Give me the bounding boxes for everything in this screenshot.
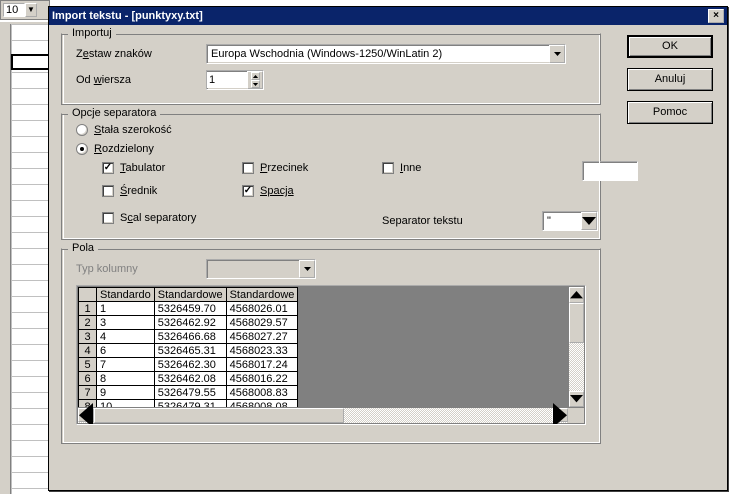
dialog-title: Import tekstu - [punktyxy.txt] — [52, 10, 203, 22]
chevron-down-icon[interactable] — [581, 212, 597, 230]
sheet-cells[interactable] — [11, 24, 50, 494]
tab-label: Tabulator — [120, 162, 165, 174]
merge-label: Scal separatory — [120, 212, 196, 224]
table-row[interactable]: 685326462.084568016.22 — [79, 372, 298, 386]
separator-legend: Opcje separatora — [68, 107, 160, 119]
tab-check[interactable]: Tabulator — [102, 162, 242, 174]
delimited-label: Rozdzielony — [94, 143, 154, 155]
cell-cursor — [11, 54, 50, 70]
horizontal-scrollbar[interactable] — [78, 407, 584, 423]
scroll-down-icon[interactable] — [569, 391, 584, 407]
spin-down-icon[interactable] — [251, 80, 260, 88]
scroll-right-icon[interactable] — [552, 408, 568, 422]
chevron-down-icon[interactable] — [549, 45, 565, 63]
table-row[interactable]: 575326462.304568017.24 — [79, 358, 298, 372]
fixed-width-radio[interactable]: Stała szerokość — [76, 124, 172, 136]
fromrow-label: Od wiersza — [76, 74, 206, 86]
other-check[interactable]: Inne — [382, 162, 482, 174]
preview-table[interactable]: StandardoStandardoweStandardowe115326459… — [76, 285, 586, 425]
coltype-combo — [206, 259, 316, 279]
textsep-value: " — [543, 212, 581, 230]
delimited-radio[interactable]: Rozdzielony — [76, 143, 154, 155]
ok-button[interactable]: OK — [627, 35, 713, 58]
other-input[interactable] — [582, 161, 638, 181]
table-row[interactable]: 235326462.924568029.57 — [79, 316, 298, 330]
chevron-down-icon — [299, 260, 315, 278]
table-row[interactable]: 465326465.314568023.33 — [79, 344, 298, 358]
import-group: Importuj Zestaw znaków Europa Wschodnia … — [61, 33, 601, 105]
help-button[interactable]: Pomoc — [627, 101, 713, 124]
table-row[interactable]: 115326459.704568026.01 — [79, 302, 298, 316]
scroll-thumb[interactable] — [94, 408, 344, 423]
space-check[interactable]: Spacja — [242, 185, 382, 197]
spin-up-icon[interactable] — [251, 72, 260, 80]
col-header[interactable]: Standardo — [97, 288, 155, 302]
space-label: Spacja — [260, 185, 294, 197]
row-header-strip — [0, 24, 11, 494]
fontsize-input[interactable] — [3, 3, 25, 17]
scroll-left-icon[interactable] — [78, 408, 94, 422]
titlebar[interactable]: Import tekstu - [punktyxy.txt] × — [49, 7, 727, 25]
charset-value: Europa Wschodnia (Windows-1250/WinLatin … — [207, 48, 549, 60]
col-header[interactable]: Standardowe — [154, 288, 226, 302]
vertical-scrollbar[interactable] — [568, 287, 584, 407]
fromrow-spin[interactable] — [206, 70, 264, 90]
comma-label: Przecinek — [260, 162, 308, 174]
other-label: Inne — [400, 162, 421, 174]
fixed-width-label: Stała szerokość — [94, 124, 172, 136]
textsep-combo[interactable]: " — [542, 211, 598, 231]
charset-combo[interactable]: Europa Wschodnia (Windows-1250/WinLatin … — [206, 44, 566, 64]
merge-check[interactable]: Scal separatory — [102, 212, 382, 224]
fields-group: Pola Typ kolumny StandardoStandardoweSta… — [61, 248, 601, 444]
fontsize-combo[interactable]: ▼ — [0, 0, 50, 20]
coltype-label: Typ kolumny — [76, 263, 206, 275]
charset-label: Zestaw znaków — [76, 48, 206, 60]
fields-legend: Pola — [68, 242, 98, 254]
table-row[interactable]: 795326479.554568008.83 — [79, 386, 298, 400]
col-header[interactable]: Standardowe — [226, 288, 298, 302]
comma-check[interactable]: Przecinek — [242, 162, 382, 174]
scroll-up-icon[interactable] — [569, 287, 584, 303]
cancel-button[interactable]: Anuluj — [627, 68, 713, 91]
fontsize-dropdown-icon[interactable]: ▼ — [25, 3, 37, 17]
semicolon-label: Średnik — [120, 185, 157, 197]
separator-group: Opcje separatora Stała szerokość Rozdzie… — [61, 113, 601, 240]
close-icon[interactable]: × — [708, 9, 724, 23]
fromrow-input[interactable] — [207, 72, 245, 88]
scroll-thumb[interactable] — [569, 303, 584, 343]
import-legend: Importuj — [68, 27, 116, 39]
table-row[interactable]: 345326466.684568027.27 — [79, 330, 298, 344]
import-text-dialog: Import tekstu - [punktyxy.txt] × OK Anul… — [48, 6, 728, 491]
semicolon-check[interactable]: Średnik — [102, 185, 242, 197]
textsep-label: Separator tekstu — [382, 215, 542, 227]
